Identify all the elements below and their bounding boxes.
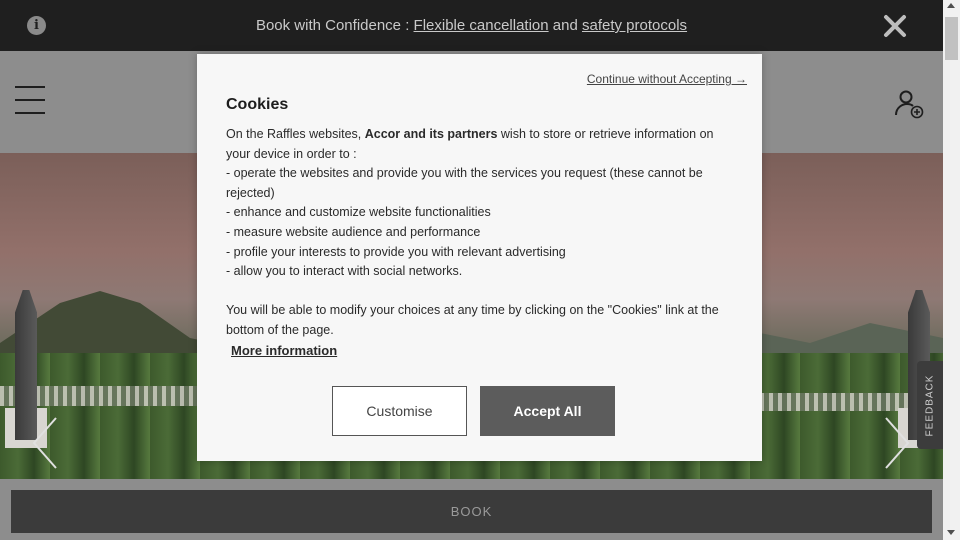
- accept-all-button[interactable]: Accept All: [480, 386, 615, 436]
- cookie-intro-bold: Accor and its partners: [364, 127, 498, 141]
- scroll-down-arrow-icon[interactable]: [947, 530, 955, 535]
- book-button[interactable]: BOOK: [11, 490, 932, 533]
- more-information-link[interactable]: More information: [231, 341, 337, 361]
- banner-prefix: Book with Confidence :: [255, 17, 414, 34]
- cookie-purpose-item: - measure website audience and performan…: [226, 224, 481, 239]
- info-icon[interactable]: i: [27, 16, 46, 35]
- cookie-modify-text: You will be able to modify your choices …: [226, 303, 719, 337]
- scroll-thumb[interactable]: [945, 17, 958, 60]
- cookie-dialog-title: Cookies: [226, 96, 289, 113]
- cookie-purpose-item: - enhance and customize website function…: [226, 205, 491, 220]
- user-add-icon[interactable]: [893, 89, 927, 123]
- book-bar: BOOK: [0, 479, 943, 540]
- cookie-intro-before: On the Raffles websites,: [226, 127, 365, 141]
- cookie-purpose-item: - operate the websites and provide you w…: [226, 166, 703, 200]
- scroll-up-arrow-icon[interactable]: [947, 3, 955, 8]
- feedback-label: FEEDBACK: [924, 374, 936, 436]
- cookie-dialog-body: On the Raffles websites, Accor and its p…: [226, 125, 736, 361]
- chevron-right-icon[interactable]: [882, 416, 912, 470]
- continue-without-accepting-link[interactable]: Continue without Accepting →: [587, 72, 747, 86]
- cookie-consent-dialog: Continue without Accepting → Cookies On …: [197, 54, 762, 461]
- close-icon[interactable]: [882, 13, 908, 39]
- customise-button[interactable]: Customise: [332, 386, 467, 436]
- top-banner: i Book with Confidence : Flexible cancel…: [0, 0, 943, 51]
- flexible-cancellation-link[interactable]: Flexible cancellation: [414, 17, 549, 34]
- cookie-purpose-item: - profile your interests to provide you …: [226, 244, 566, 259]
- hamburger-menu-icon[interactable]: [15, 86, 45, 116]
- chevron-left-icon[interactable]: [30, 416, 60, 470]
- vertical-scrollbar[interactable]: [943, 0, 960, 540]
- cookie-purpose-item: - allow you to interact with social netw…: [226, 264, 463, 279]
- banner-text: Book with Confidence : Flexible cancella…: [256, 17, 687, 34]
- safety-protocols-link[interactable]: safety protocols: [582, 17, 687, 34]
- banner-middle: and: [548, 17, 582, 34]
- feedback-tab[interactable]: FEEDBACK: [917, 361, 943, 449]
- cookie-intro: On the Raffles websites, Accor and its p…: [226, 125, 736, 164]
